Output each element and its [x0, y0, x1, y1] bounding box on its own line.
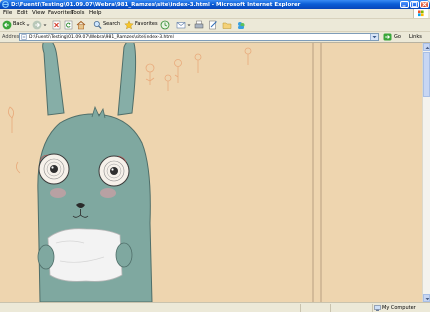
back-arrow-icon[interactable]: [2, 20, 12, 30]
right-eye: [98, 155, 130, 187]
page-icon: [21, 34, 27, 40]
close-button[interactable]: [420, 1, 429, 8]
address-value[interactable]: D:\Fuenti\Testing\01.09.07\Webra\981_Ram…: [29, 34, 174, 41]
favorites-star-icon[interactable]: [124, 20, 134, 30]
mail-dropdown-icon[interactable]: [187, 20, 191, 30]
menu-favorites[interactable]: Favorites: [48, 9, 73, 18]
left-eye: [38, 153, 70, 185]
search-icon[interactable]: [93, 20, 102, 30]
go-button[interactable]: Go: [383, 33, 405, 41]
folder-icon[interactable]: [222, 20, 232, 30]
close-icon: [422, 2, 427, 7]
windows-logo: [413, 9, 428, 18]
minimize-icon: [402, 5, 406, 7]
maximize-button[interactable]: [410, 1, 419, 8]
my-computer-icon: [374, 305, 381, 311]
minimize-button[interactable]: [400, 1, 409, 8]
windows-flag-icon: [418, 10, 424, 17]
status-separator: [300, 304, 301, 312]
history-icon[interactable]: [160, 20, 170, 30]
back-dropdown-icon[interactable]: [26, 20, 30, 30]
title-bar[interactable]: D:\Fuenti\Testing\01.09.07\Webra\981_Ram…: [0, 0, 430, 9]
scroll-down-button[interactable]: [423, 294, 430, 302]
scroll-up-button[interactable]: [423, 43, 430, 51]
page-content: [0, 43, 422, 302]
menu-file[interactable]: File: [3, 9, 12, 18]
address-bar: Address D:\Fuenti\Testing\01.09.07\Webra…: [0, 32, 430, 43]
menu-tools[interactable]: Tools: [71, 9, 85, 18]
stop-icon[interactable]: [52, 20, 61, 30]
search-button-label[interactable]: Search: [103, 19, 120, 29]
chevron-down-icon: [372, 36, 377, 39]
ie-window: D:\Fuenti\Testing\01.09.07\Webra\981_Ram…: [0, 0, 430, 312]
go-label: Go: [394, 34, 401, 40]
window-title: D:\Fuenti\Testing\01.09.07\Webra\981_Ram…: [11, 2, 301, 8]
back-button-label[interactable]: Back: [13, 19, 25, 29]
vertical-scrollbar[interactable]: [422, 43, 430, 302]
address-dropdown-button[interactable]: [370, 34, 378, 40]
left-paw: [37, 244, 55, 270]
menu-view[interactable]: View: [32, 9, 45, 18]
go-arrow-icon: [383, 33, 392, 41]
right-paw: [115, 242, 133, 268]
menu-bar: File Edit View Favorites Tools Help: [0, 9, 430, 19]
status-separator: [372, 304, 373, 312]
edit-icon[interactable]: [208, 20, 218, 30]
ie-logo-icon: [2, 1, 9, 8]
left-cheek: [50, 188, 66, 198]
status-separator: [330, 304, 331, 312]
refresh-icon[interactable]: [64, 20, 73, 30]
menu-edit[interactable]: Edit: [17, 9, 28, 18]
right-cheek: [100, 188, 116, 198]
scroll-thumb[interactable]: [423, 52, 430, 97]
messenger-icon[interactable]: [236, 20, 246, 30]
favorites-button-label[interactable]: Favorites: [135, 19, 158, 29]
address-input[interactable]: D:\Fuenti\Testing\01.09.07\Webra\981_Ram…: [19, 33, 379, 41]
mail-icon[interactable]: [176, 20, 186, 30]
scroll-up-arrow-icon: [425, 46, 430, 49]
home-icon[interactable]: [76, 20, 86, 30]
links-button[interactable]: Links: [409, 32, 422, 42]
status-zone: My Computer: [382, 305, 416, 311]
print-icon[interactable]: [194, 20, 204, 30]
forward-dropdown-icon[interactable]: [43, 20, 47, 30]
standard-toolbar: Back Search Favorites: [0, 19, 430, 32]
forward-arrow-icon[interactable]: [32, 20, 42, 30]
menu-help[interactable]: Help: [89, 9, 102, 18]
page-artwork: [0, 43, 422, 302]
status-bar: My Computer: [0, 302, 430, 312]
white-napkin: [47, 228, 123, 282]
maximize-icon: [412, 2, 417, 7]
